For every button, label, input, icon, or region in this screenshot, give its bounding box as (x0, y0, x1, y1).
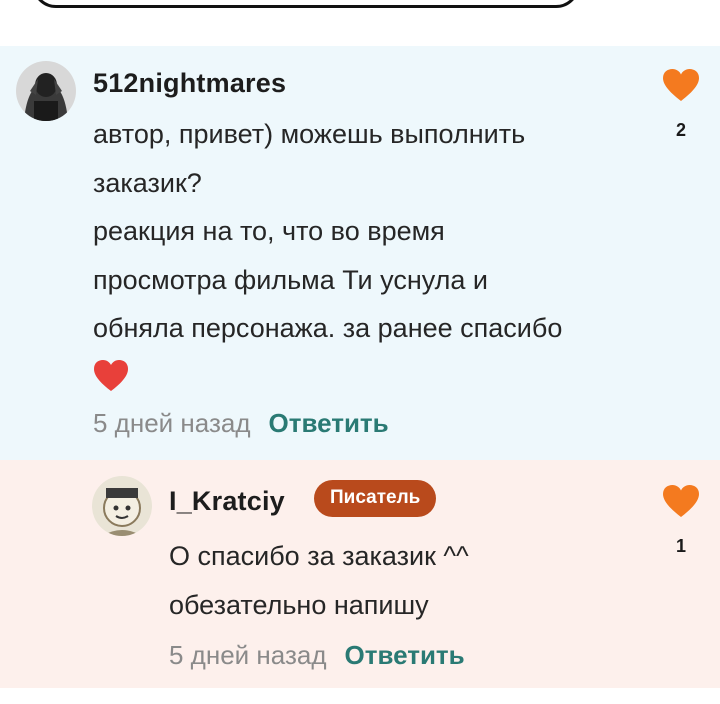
red-heart-emoji (93, 353, 562, 409)
username[interactable]: 512nightmares (93, 68, 286, 99)
input-box[interactable] (32, 0, 580, 8)
writer-badge: Писатель (314, 480, 437, 517)
reply-button[interactable]: Ответить (345, 640, 465, 671)
comment-text-line: заказик? (93, 167, 202, 198)
comment-text-line: обезательно напишу (169, 589, 429, 620)
timestamp: 5 дней назад (93, 408, 251, 438)
username[interactable]: I_Kratciy (169, 486, 285, 517)
avatar[interactable] (92, 476, 152, 536)
comment-meta: 5 дней назад Ответить (169, 640, 465, 671)
comment-text-line: просмотра фильма Ти уснула и (93, 264, 488, 295)
heart-icon (663, 69, 699, 101)
timestamp: 5 дней назад (169, 640, 327, 670)
comment-meta: 5 дней назад Ответить (93, 408, 389, 439)
comment: 512nightmares автор, привет) можешь выпо… (0, 46, 720, 460)
reply-button[interactable]: Ответить (269, 408, 389, 439)
like-button[interactable]: 1 (661, 484, 701, 557)
like-button[interactable]: 2 (661, 68, 701, 141)
comment-text: О спасибо за заказик ^^ обезательно напи… (169, 532, 469, 629)
bottom-spacer (0, 688, 720, 704)
comment-text-line: обняла персонажа. за ранее спасибо (93, 313, 563, 343)
comment-text-line: О спасибо за заказик ^^ (169, 541, 469, 571)
comment-text-line: автор, привет) можешь выполнить (93, 119, 526, 149)
avatar[interactable] (16, 61, 76, 121)
like-count: 1 (675, 536, 686, 556)
comment-text-line: реакция на то, что во время (93, 216, 445, 246)
comment-text: автор, привет) можешь выполнить заказик?… (93, 110, 562, 408)
reply-comment: I_Kratciy Писатель О спасибо за заказик … (0, 460, 720, 688)
heart-icon (663, 485, 699, 517)
like-count: 2 (675, 120, 686, 140)
